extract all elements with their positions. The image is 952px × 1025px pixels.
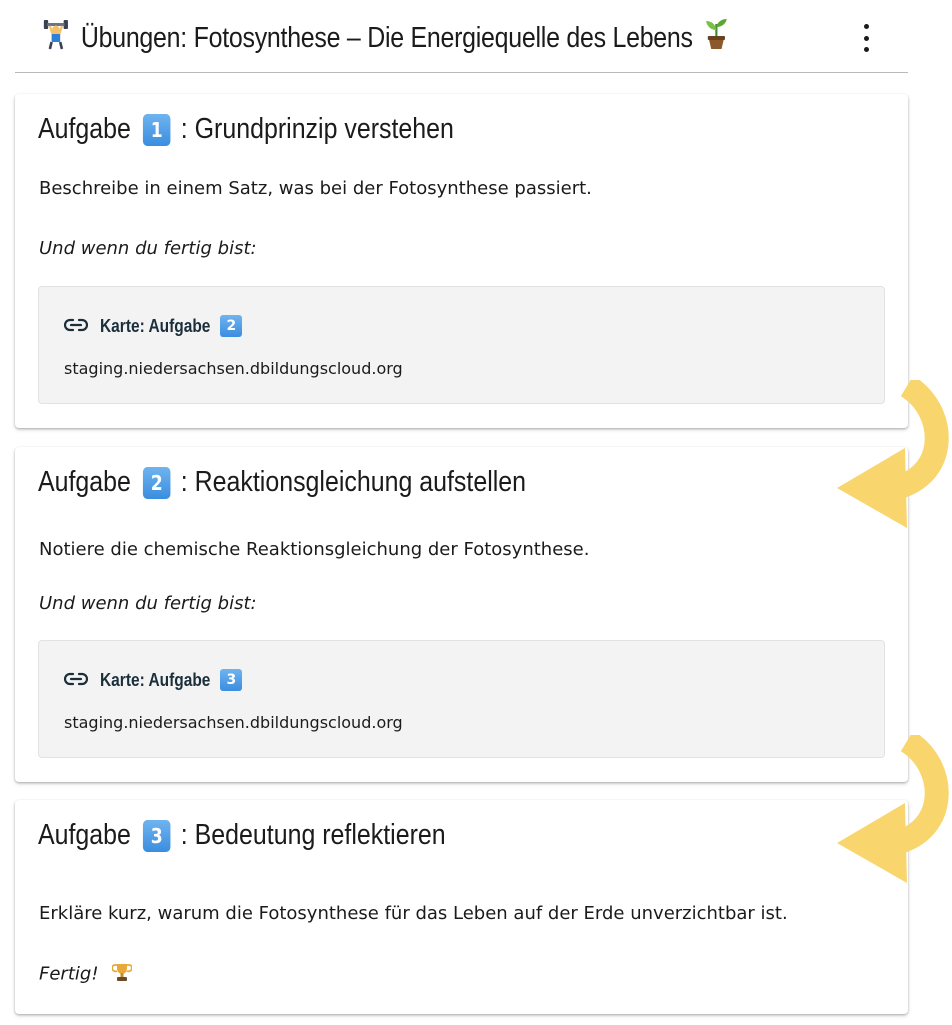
link-icon xyxy=(63,670,89,691)
link-url: staging.niedersachsen.dbildungscloud.org xyxy=(64,359,403,378)
card-title-suffix: : Bedeutung reflektieren xyxy=(180,819,446,851)
link-title: Karte: Aufgabe 2 xyxy=(63,315,243,337)
kebab-menu-icon[interactable] xyxy=(860,24,872,52)
seedling-icon xyxy=(703,18,729,58)
curved-arrow-icon xyxy=(837,735,949,883)
link-icon xyxy=(63,316,89,337)
weightlifter-icon xyxy=(43,18,69,58)
card-followup: Fertig! xyxy=(39,962,133,987)
link-label: Karte: Aufgabe xyxy=(100,315,211,336)
link-url: staging.niedersachsen.dbildungscloud.org xyxy=(64,713,403,732)
card-text: Erkläre kurz, warum die Fotosynthese für… xyxy=(39,903,788,924)
task-card-1[interactable]: Aufgabe 1 : Grundprinzip verstehen Besch… xyxy=(15,94,908,428)
card-title: Aufgabe 3 : Bedeutung reflektieren xyxy=(38,819,446,852)
keycap-two-icon: 2 xyxy=(220,315,243,337)
card-title-suffix: : Grundprinzip verstehen xyxy=(180,113,454,145)
keycap-two-icon: 2 xyxy=(142,466,171,499)
card-text: Beschreibe in einem Satz, was bei der Fo… xyxy=(39,178,592,199)
card-title-prefix: Aufgabe xyxy=(38,819,131,851)
trophy-icon xyxy=(111,962,133,987)
task-card-2[interactable]: Aufgabe 2 : Reaktionsgleichung aufstelle… xyxy=(15,447,908,782)
column-title[interactable]: Übungen: Fotosynthese – Die Energiequell… xyxy=(43,18,729,58)
column-title-text: Übungen: Fotosynthese – Die Energiequell… xyxy=(80,21,693,54)
card-title-prefix: Aufgabe xyxy=(38,466,131,498)
keycap-three-icon: 3 xyxy=(220,669,243,691)
link-label: Karte: Aufgabe xyxy=(100,669,211,690)
card-title: Aufgabe 2 : Reaktionsgleichung aufstelle… xyxy=(38,466,526,499)
board-column: Übungen: Fotosynthese – Die Energiequell… xyxy=(0,0,952,1025)
link-card[interactable]: Karte: Aufgabe 3 staging.niedersachsen.d… xyxy=(38,640,885,758)
link-title: Karte: Aufgabe 3 xyxy=(63,669,243,691)
link-card[interactable]: Karte: Aufgabe 2 staging.niedersachsen.d… xyxy=(38,286,885,404)
card-title: Aufgabe 1 : Grundprinzip verstehen xyxy=(38,113,454,146)
card-followup-text: Fertig! xyxy=(39,963,99,985)
task-card-3[interactable]: Aufgabe 3 : Bedeutung reflektieren Erklä… xyxy=(15,800,908,1014)
card-title-prefix: Aufgabe xyxy=(38,113,131,145)
column-header: Übungen: Fotosynthese – Die Energiequell… xyxy=(15,0,908,73)
keycap-three-icon: 3 xyxy=(142,819,171,852)
keycap-one-icon: 1 xyxy=(142,113,171,146)
card-followup: Und wenn du fertig bist: xyxy=(39,238,257,259)
curved-arrow-icon xyxy=(837,380,949,528)
card-text: Notiere die chemische Reaktionsgleichung… xyxy=(39,539,590,560)
card-title-suffix: : Reaktionsgleichung aufstellen xyxy=(180,466,527,498)
card-followup: Und wenn du fertig bist: xyxy=(39,593,257,614)
